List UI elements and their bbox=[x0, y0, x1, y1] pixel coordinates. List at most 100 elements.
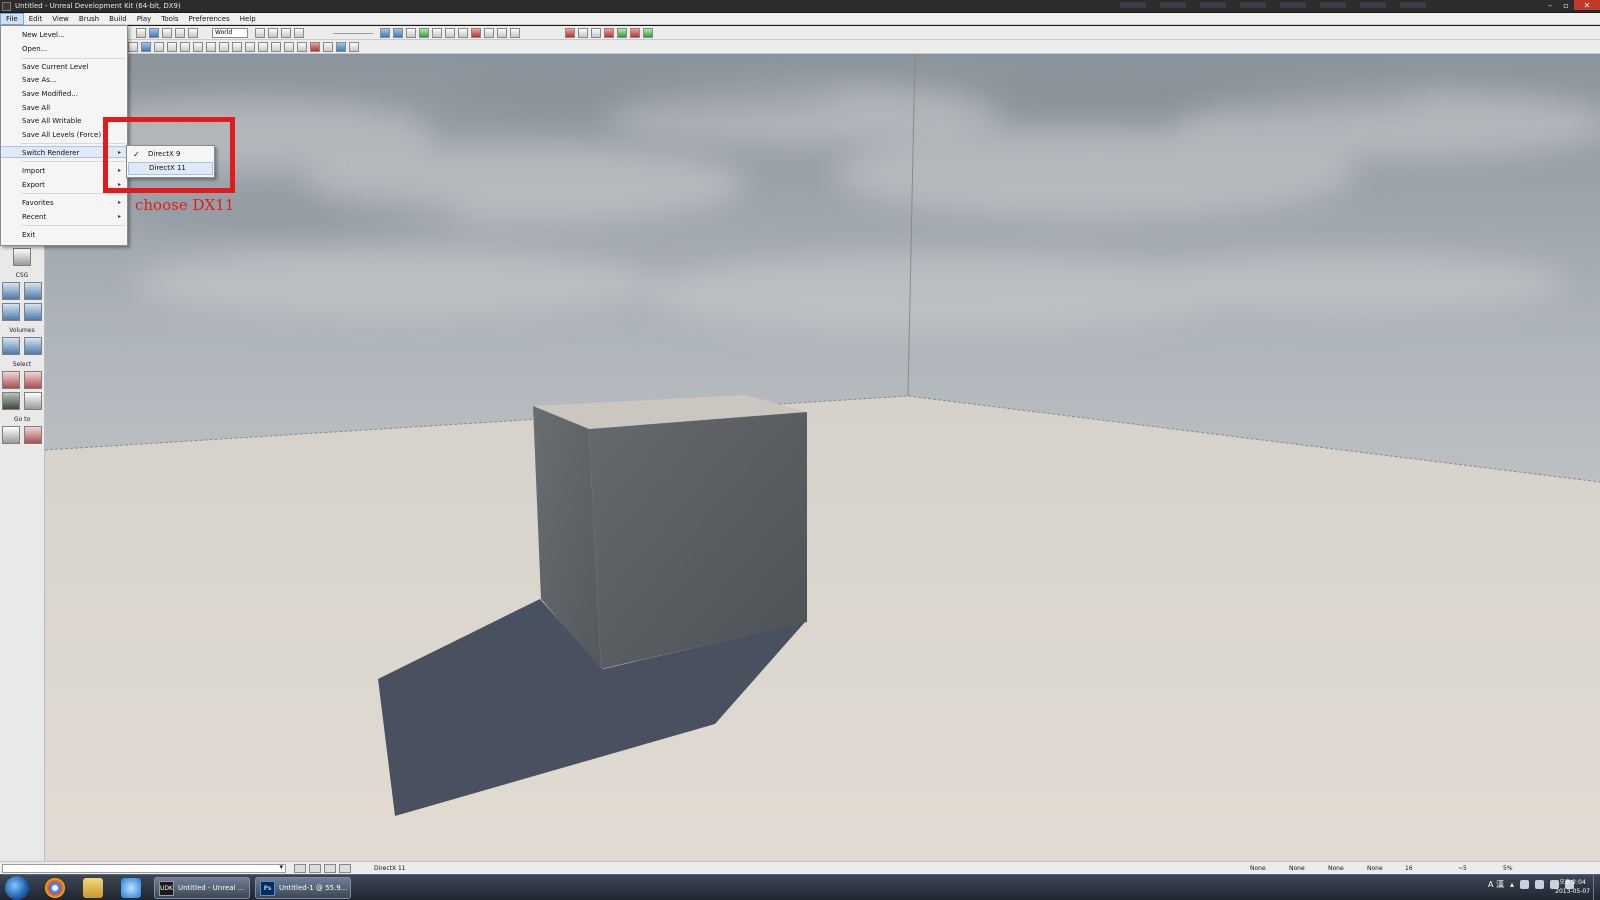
viewport-record-icon[interactable] bbox=[310, 42, 320, 52]
shader-complexity-icon[interactable] bbox=[219, 42, 229, 52]
translate-tool-icon[interactable] bbox=[149, 28, 159, 38]
drag-grid-icon[interactable] bbox=[294, 864, 306, 873]
menu-preferences[interactable]: Preferences bbox=[184, 13, 235, 25]
viewport-play-icon[interactable] bbox=[336, 42, 346, 52]
coordinate-system-select[interactable]: World bbox=[212, 28, 248, 38]
status-grid-icon[interactable] bbox=[324, 864, 336, 873]
menu-brush[interactable]: Brush bbox=[74, 13, 104, 25]
explorer-folder-icon[interactable] bbox=[83, 878, 103, 898]
add-volume-icon[interactable] bbox=[2, 337, 20, 355]
perspective-viewport[interactable] bbox=[45, 54, 1600, 861]
preview-icon[interactable] bbox=[578, 28, 588, 38]
show-all-icon[interactable] bbox=[24, 392, 42, 410]
record-icon[interactable] bbox=[565, 28, 575, 38]
maximize-viewport-icon[interactable] bbox=[349, 42, 359, 52]
menu-edit[interactable]: Edit bbox=[24, 13, 48, 25]
menu-item-favorites[interactable]: Favorites ▸ bbox=[1, 197, 127, 209]
snap-icon[interactable] bbox=[406, 28, 416, 38]
csg-subtract-icon[interactable] bbox=[24, 282, 42, 300]
build-cover-icon[interactable] bbox=[458, 28, 468, 38]
camera-icon[interactable] bbox=[380, 28, 390, 38]
settings-icon[interactable] bbox=[510, 28, 520, 38]
build-paths-icon[interactable] bbox=[445, 28, 455, 38]
lighting-quality-icon[interactable] bbox=[484, 28, 494, 38]
console-icon[interactable] bbox=[591, 28, 601, 38]
kismet-icon[interactable] bbox=[281, 28, 291, 38]
brush-builder-icon[interactable] bbox=[13, 248, 31, 266]
menu-build[interactable]: Build bbox=[104, 13, 132, 25]
play-in-viewport-icon[interactable] bbox=[617, 28, 627, 38]
light-complexity-icon[interactable] bbox=[193, 42, 203, 52]
hide-selected-icon[interactable] bbox=[24, 371, 42, 389]
select-tool-icon[interactable] bbox=[136, 28, 146, 38]
stop-icon[interactable] bbox=[604, 28, 614, 38]
zoom-slider[interactable] bbox=[333, 33, 373, 34]
content-browser-icon[interactable] bbox=[268, 28, 278, 38]
menu-item-save-current-level[interactable]: Save Current Level bbox=[1, 61, 127, 73]
wireframe-icon[interactable] bbox=[128, 42, 138, 52]
internet-explorer-icon[interactable] bbox=[121, 878, 141, 898]
csg-add-icon[interactable] bbox=[2, 282, 20, 300]
viewport-toggle-icon[interactable] bbox=[323, 42, 333, 52]
taskbar-app-udk[interactable]: UDK Untitled - Unreal ... bbox=[154, 877, 250, 899]
taskbar-app-photoshop[interactable]: Ps Untitled-1 @ 55.9... bbox=[255, 877, 351, 899]
goto-builder-brush-icon[interactable] bbox=[24, 426, 42, 444]
show-selected-icon[interactable] bbox=[2, 371, 20, 389]
realtime-icon[interactable] bbox=[393, 28, 403, 38]
menu-item-recent[interactable]: Recent ▸ bbox=[1, 211, 127, 223]
menu-item-save-as[interactable]: Save As... bbox=[1, 74, 127, 86]
csg-intersect-icon[interactable] bbox=[2, 303, 20, 321]
close-button[interactable]: ✕ bbox=[1574, 0, 1600, 10]
volume-shape-icon[interactable] bbox=[24, 337, 42, 355]
menu-item-exit[interactable]: Exit bbox=[1, 229, 127, 241]
grid-size[interactable]: 16 bbox=[1405, 865, 1413, 872]
maximize-button[interactable]: ▫ bbox=[1558, 0, 1574, 10]
level-streaming-icon[interactable] bbox=[297, 42, 307, 52]
menu-view[interactable]: View bbox=[47, 13, 74, 25]
nonuniform-scale-icon[interactable] bbox=[188, 28, 198, 38]
play-in-editor-icon[interactable] bbox=[643, 28, 653, 38]
menu-file[interactable]: File bbox=[0, 12, 24, 25]
menu-tools[interactable]: Tools bbox=[156, 13, 183, 25]
goto-actor-icon[interactable] bbox=[2, 426, 20, 444]
tray-expand-icon[interactable]: ▴ bbox=[1510, 880, 1514, 889]
menu-item-open[interactable]: Open... bbox=[1, 43, 127, 55]
game-view-icon[interactable] bbox=[245, 42, 255, 52]
lit-icon[interactable] bbox=[154, 42, 164, 52]
chrome-icon[interactable] bbox=[45, 878, 65, 898]
scale-tool-icon[interactable] bbox=[175, 28, 185, 38]
menu-play[interactable]: Play bbox=[132, 13, 157, 25]
start-button[interactable] bbox=[5, 876, 29, 900]
detail-lighting-icon[interactable] bbox=[167, 42, 177, 52]
csg-deintersect-icon[interactable] bbox=[24, 303, 42, 321]
build-lighting-icon[interactable] bbox=[432, 28, 442, 38]
menu-item-new-level[interactable]: New Level... bbox=[1, 29, 127, 41]
realtime-preview-icon[interactable] bbox=[258, 42, 268, 52]
lightmap-density-icon[interactable] bbox=[232, 42, 242, 52]
toggle-icon[interactable] bbox=[497, 28, 507, 38]
build-all-icon[interactable] bbox=[471, 28, 481, 38]
minimize-button[interactable]: – bbox=[1542, 0, 1558, 10]
menu-item-save-all[interactable]: Save All bbox=[1, 102, 127, 114]
network-icon[interactable] bbox=[1535, 880, 1544, 889]
find-icon[interactable] bbox=[255, 28, 265, 38]
show-desktop-button[interactable] bbox=[1593, 875, 1600, 900]
language-indicator[interactable]: A 漢 bbox=[1488, 879, 1504, 890]
matinee-icon[interactable] bbox=[294, 28, 304, 38]
build-geometry-icon[interactable] bbox=[419, 28, 429, 38]
texture-density-icon[interactable] bbox=[206, 42, 216, 52]
lock-icon[interactable] bbox=[271, 42, 281, 52]
invert-selection-icon[interactable] bbox=[2, 392, 20, 410]
scale-snap[interactable]: 5% bbox=[1503, 865, 1513, 872]
flag-icon[interactable] bbox=[1520, 880, 1529, 889]
clock[interactable]: 오후 2:04 2013-05-07 bbox=[1555, 878, 1590, 896]
eye-icon[interactable] bbox=[284, 42, 294, 52]
unlit-icon[interactable] bbox=[141, 42, 151, 52]
command-input[interactable] bbox=[2, 863, 286, 873]
menu-help[interactable]: Help bbox=[235, 13, 261, 25]
status-toggle-icon[interactable] bbox=[309, 864, 321, 873]
kismet-play-icon[interactable] bbox=[630, 28, 640, 38]
rotation-snap[interactable]: ~5 bbox=[1458, 865, 1467, 872]
lighting-only-icon[interactable] bbox=[180, 42, 190, 52]
rotate-tool-icon[interactable] bbox=[162, 28, 172, 38]
